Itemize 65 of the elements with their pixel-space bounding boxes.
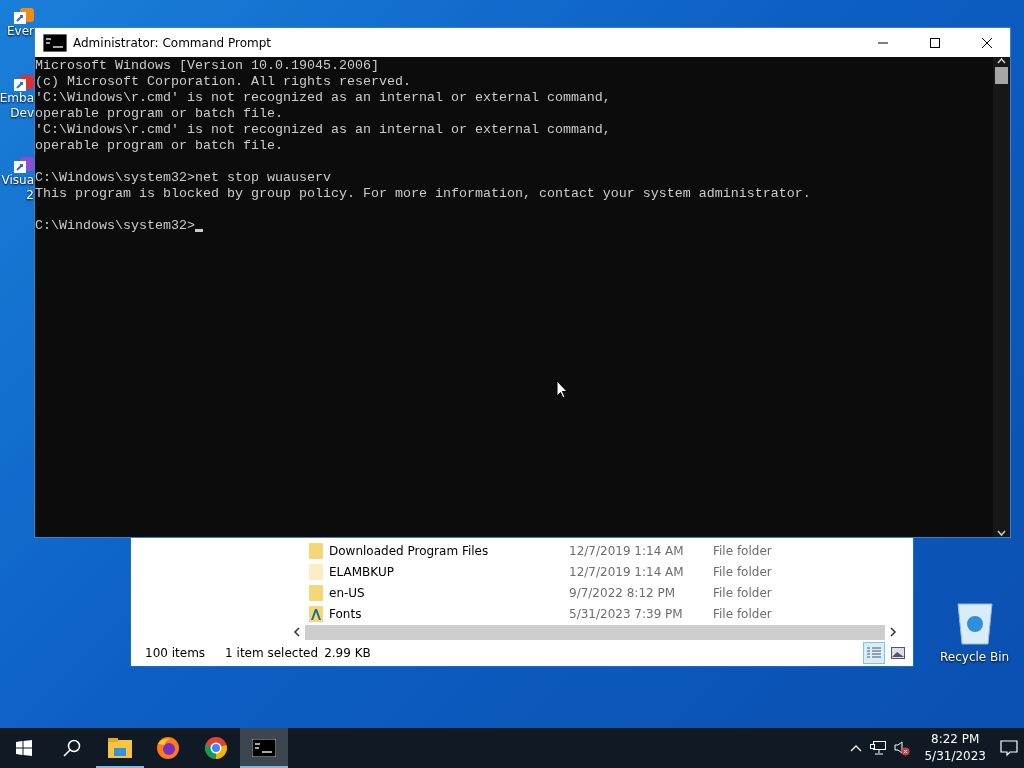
search-icon [63, 739, 81, 757]
scrollbar-thumb[interactable] [305, 624, 885, 640]
desktop-icon-label: Visua [1, 173, 34, 188]
file-type: File folder [713, 543, 773, 558]
selection-size: 2.99 KB [324, 646, 371, 661]
desktop-icon-label: Ever [7, 24, 34, 39]
desktop-icon-label: Emba [0, 91, 34, 106]
mouse-pointer-icon [556, 380, 568, 399]
console-line: operable program or batch file. [35, 106, 283, 122]
clock-date[interactable]: 5/31/2023 [924, 748, 986, 765]
scroll-down-icon[interactable] [997, 529, 1006, 537]
notifications-icon[interactable] [1000, 739, 1018, 757]
console-line: 'C:\Windows\r.cmd' is not recognized as an internal or external command, [35, 90, 611, 106]
console-line: operable program or batch file. [35, 138, 283, 154]
desktop-icon-label: 2 [26, 188, 34, 203]
shortcut-icon[interactable] [14, 75, 34, 91]
file-type: File folder [713, 585, 773, 600]
folder-icon [108, 738, 132, 758]
file-name[interactable]: en-US [329, 585, 569, 600]
scrollbar-thumb[interactable] [995, 67, 1008, 84]
windows-logo-icon [16, 740, 32, 756]
shortcut-icon[interactable] [14, 8, 34, 24]
console-line: 'C:\Windows\r.cmd' is not recognized as an internal or external command, [35, 122, 611, 138]
clock-time[interactable]: 8:22 PM [931, 731, 980, 748]
folder-icon [309, 563, 323, 580]
shortcut-icon[interactable] [14, 157, 34, 173]
taskbar-app-button[interactable] [240, 728, 288, 768]
file-date: 12/7/2019 1:14 AM [569, 543, 685, 558]
folder-icon [309, 542, 323, 559]
firefox-icon [156, 736, 180, 760]
image-icon [891, 647, 905, 660]
text-cursor [194, 229, 203, 232]
scroll-left-icon[interactable] [293, 627, 301, 638]
item-count: 100 items [145, 646, 206, 661]
console-line: Microsoft Windows [Version 10.0.19045.2006] [35, 58, 379, 74]
file-type: File folder [713, 606, 773, 621]
window-title: Administrator: Command Prompt [73, 35, 272, 50]
file-date: 9/7/2022 8:12 PM [569, 585, 677, 600]
recycle-bin-label: Recycle Bin [940, 650, 1010, 665]
muted-speaker-icon[interactable] [894, 740, 911, 756]
console-line: C:\Windows\system32> [35, 218, 195, 234]
terminal-icon [43, 33, 67, 52]
file-date: 5/31/2023 7:39 PM [569, 606, 684, 621]
console-line: (c) Microsoft Corporation. All rights reserved. [35, 74, 411, 90]
selection-count: 1 item selected [225, 646, 319, 661]
network-icon[interactable] [870, 741, 887, 755]
file-name[interactable]: ELAMBKUP [329, 564, 569, 579]
file-name[interactable]: Downloaded Program Files [329, 543, 569, 558]
details-list-icon [867, 647, 881, 660]
file-type: File folder [713, 564, 773, 579]
file-date: 12/7/2019 1:14 AM [569, 564, 685, 579]
console-line: C:\Windows\system32>net stop wuauserv [35, 170, 331, 186]
terminal-icon [252, 739, 276, 757]
desktop-icon-label: Dev [10, 106, 34, 121]
maximize-icon [930, 37, 940, 48]
scroll-right-icon[interactable] [889, 627, 897, 638]
chrome-icon [204, 736, 228, 760]
recycle-bin-icon[interactable] [954, 600, 995, 646]
chevron-up-icon[interactable] [850, 744, 863, 752]
fonts-folder-icon [309, 605, 323, 622]
file-name[interactable]: Fonts [329, 606, 569, 621]
close-icon [981, 36, 993, 49]
scroll-up-icon[interactable] [997, 57, 1006, 65]
folder-icon [309, 584, 323, 601]
console-line: This program is blocked by group policy. For more information, contact your system administrator. [35, 186, 811, 202]
